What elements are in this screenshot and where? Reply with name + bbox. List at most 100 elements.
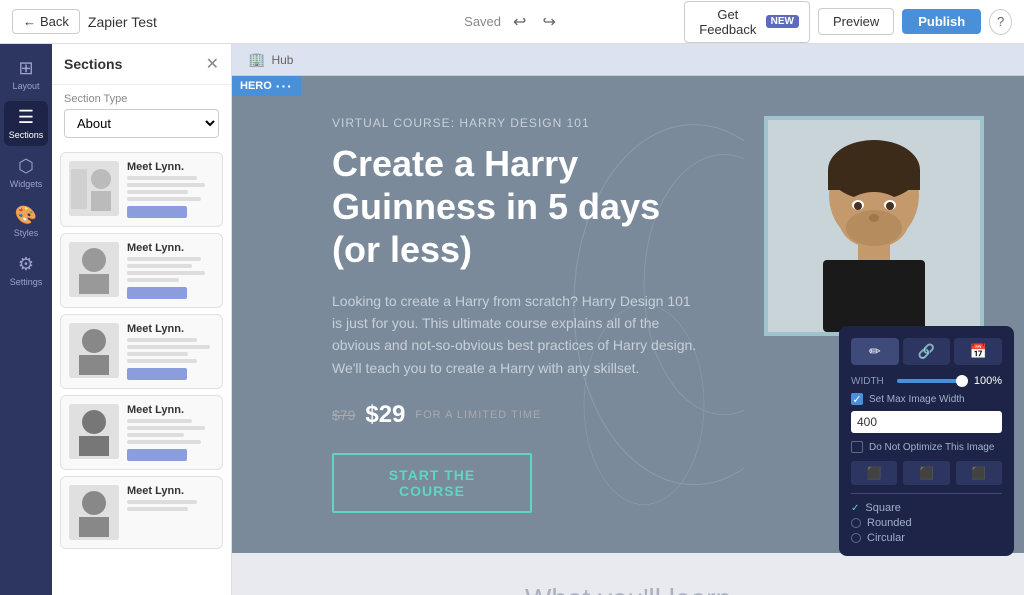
optimize-label: Do Not Optimize This Image <box>869 442 994 453</box>
hero-content: VIRTUAL COURSE: HARRY DESIGN 101 Create … <box>232 76 744 553</box>
widgets-label: Widgets <box>10 179 43 189</box>
max-width-input[interactable] <box>851 411 1002 433</box>
breadcrumb-bar: 🏢 Hub <box>232 44 1024 76</box>
widget-tab-link[interactable]: 🔗 <box>903 338 951 365</box>
section-card-5[interactable]: Meet Lynn. <box>60 476 223 549</box>
hero-image[interactable] <box>764 116 984 336</box>
section-card-text-3: Meet Lynn. <box>127 323 214 380</box>
back-button[interactable]: ← Back <box>12 9 80 34</box>
card-4-name: Meet Lynn. <box>127 404 214 416</box>
card-1-lines <box>127 176 214 202</box>
hero-person-photo <box>768 120 980 332</box>
saved-status: Saved <box>464 14 501 29</box>
image-widget-popup: ✏ 🔗 📅 WIDTH 100% ✓ Set M <box>839 326 1014 556</box>
section-card-img-3 <box>69 323 119 378</box>
redo-button[interactable]: ↪ <box>538 10 559 34</box>
section-card-img-1 <box>69 161 119 216</box>
section-card-img-2 <box>69 242 119 297</box>
back-arrow-icon: ← <box>23 14 36 29</box>
page-title: Zapier Test <box>88 14 157 30</box>
hero-tag: HERO ··· <box>232 76 301 96</box>
layout-icon: ⊞ <box>18 58 33 79</box>
section-card-2[interactable]: Meet Lynn. <box>60 233 223 308</box>
section-card-text-1: Meet Lynn. <box>127 161 214 218</box>
width-slider[interactable] <box>897 379 968 383</box>
card-1-name: Meet Lynn. <box>127 161 214 173</box>
new-badge: NEW <box>766 15 799 28</box>
rounded-radio[interactable] <box>851 518 861 528</box>
sections-close-button[interactable]: ✕ <box>206 54 219 74</box>
section-card-4[interactable]: Meet Lynn. <box>60 395 223 470</box>
sidebar-item-styles[interactable]: 🎨 Styles <box>4 199 48 244</box>
width-row: WIDTH 100% <box>851 375 1002 387</box>
sections-panel-title: Sections <box>64 56 122 72</box>
styles-icon: 🎨 <box>15 205 37 226</box>
section-list: Meet Lynn. <box>52 146 231 595</box>
start-course-button[interactable]: START THE COURSE <box>332 453 532 513</box>
building-icon: 🏢 <box>248 51 265 68</box>
sidebar-item-widgets[interactable]: ⬡ Widgets <box>4 150 48 195</box>
hero-right: ✏ 🔗 📅 WIDTH 100% ✓ Set M <box>744 76 1024 553</box>
check-icon: ✓ <box>851 503 859 514</box>
nav-center: Saved ↩ ↪ <box>348 10 676 34</box>
set-max-checkbox[interactable]: ✓ <box>851 393 863 405</box>
widget-tab-calendar[interactable]: 📅 <box>954 338 1002 365</box>
shape-circular[interactable]: Circular <box>851 532 1002 544</box>
width-value: 100% <box>974 375 1002 387</box>
card-3-name: Meet Lynn. <box>127 323 214 335</box>
section-card-img-4 <box>69 404 119 459</box>
circular-radio[interactable] <box>851 533 861 543</box>
widget-tab-edit[interactable]: ✏ <box>851 338 899 365</box>
hero-price: $79 $29 FOR A LIMITED TIME <box>332 401 704 429</box>
hero-tag-label: HERO <box>240 80 272 92</box>
section-card-text-4: Meet Lynn. <box>127 404 214 461</box>
feedback-label: Get Feedback <box>695 7 761 37</box>
widget-divider <box>851 493 1002 494</box>
hero-tag-dots: ··· <box>276 78 293 94</box>
sections-icon: ☰ <box>18 107 34 128</box>
section-card-3[interactable]: Meet Lynn. <box>60 314 223 389</box>
card-5-name: Meet Lynn. <box>127 485 214 497</box>
section-card-img-5 <box>69 485 119 540</box>
hero-subtitle: VIRTUAL COURSE: HARRY DESIGN 101 <box>332 116 704 130</box>
publish-button[interactable]: Publish <box>902 9 981 34</box>
preview-button[interactable]: Preview <box>818 8 894 35</box>
breadcrumb-text: Hub <box>271 53 293 67</box>
shape-square[interactable]: ✓ Square <box>851 502 1002 514</box>
settings-label: Settings <box>10 277 43 287</box>
section-card-text-2: Meet Lynn. <box>127 242 214 299</box>
price-label: FOR A LIMITED TIME <box>415 409 541 421</box>
help-button[interactable]: ? <box>989 9 1012 35</box>
optimize-checkbox[interactable] <box>851 441 863 453</box>
sections-label: Sections <box>9 130 44 140</box>
section-card-1[interactable]: Meet Lynn. <box>60 152 223 227</box>
card-2-name: Meet Lynn. <box>127 242 214 254</box>
circular-label: Circular <box>867 532 905 544</box>
rounded-label: Rounded <box>867 517 912 529</box>
learn-section: What you'll learn <box>232 553 1024 595</box>
width-label: WIDTH <box>851 376 891 387</box>
align-icons-row: ⬛ ⬛ ⬛ <box>851 461 1002 485</box>
section-type-select[interactable]: About <box>64 109 219 138</box>
align-left-icon[interactable]: ⬛ <box>851 461 897 485</box>
main-layout: ⊞ Layout ☰ Sections ⬡ Widgets 🎨 Styles ⚙… <box>0 44 1024 595</box>
shape-rounded[interactable]: Rounded <box>851 517 1002 529</box>
square-label: Square <box>865 502 900 514</box>
undo-button[interactable]: ↩ <box>509 10 530 34</box>
align-right-icon[interactable]: ⬛ <box>956 461 1002 485</box>
sections-panel: Sections ✕ Section Type About Meet Lynn. <box>52 44 232 595</box>
shape-options: ✓ Square Rounded Circular <box>851 502 1002 544</box>
section-card-text-5: Meet Lynn. <box>127 485 214 512</box>
back-label: Back <box>40 14 69 29</box>
nav-right: Get Feedback NEW Preview Publish ? <box>684 1 1012 43</box>
feedback-button[interactable]: Get Feedback NEW <box>684 1 810 43</box>
sections-header: Sections ✕ <box>52 44 231 85</box>
settings-icon: ⚙ <box>18 254 34 275</box>
learn-title: What you'll learn <box>525 583 731 595</box>
sidebar-item-settings[interactable]: ⚙ Settings <box>4 248 48 293</box>
sidebar-item-layout[interactable]: ⊞ Layout <box>4 52 48 97</box>
original-price: $79 <box>332 407 355 423</box>
align-center-icon[interactable]: ⬛ <box>903 461 949 485</box>
widget-tabs: ✏ 🔗 📅 <box>851 338 1002 365</box>
sidebar-item-sections[interactable]: ☰ Sections <box>4 101 48 146</box>
